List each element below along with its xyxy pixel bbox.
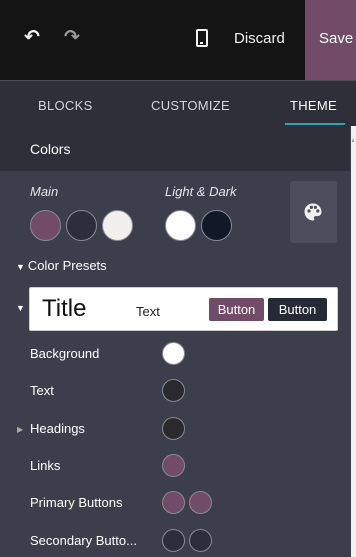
main-colors-label: Main — [30, 184, 59, 199]
preview-caret-icon[interactable]: ▼ — [16, 303, 25, 313]
caret-down-icon: ▼ — [16, 262, 25, 272]
primary-button-color-dot-2[interactable] — [189, 491, 212, 514]
secondary-button-color-dot-2[interactable] — [189, 529, 212, 552]
preset-preview[interactable]: Title Text Button Button — [29, 287, 338, 331]
color-presets-toggle[interactable]: ▼ Color Presets — [16, 258, 107, 273]
row-label-primary-buttons: Primary Buttons — [30, 495, 123, 510]
preview-secondary-button: Button — [268, 298, 327, 321]
palette-button[interactable] — [290, 181, 337, 243]
editor-tabs: BLOCKS CUSTOMIZE THEME — [0, 80, 356, 126]
main-color-swatch-1[interactable] — [30, 210, 61, 241]
row-label-links: Links — [30, 458, 61, 473]
light-dark-label: Light & Dark — [165, 184, 237, 199]
discard-button[interactable]: Discard — [234, 30, 285, 47]
row-label-text: Text — [30, 383, 54, 398]
scrollbar[interactable] — [351, 126, 356, 557]
primary-button-color-dot-1[interactable] — [162, 491, 185, 514]
light-color-swatch[interactable] — [165, 210, 196, 241]
headings-color-dot[interactable] — [162, 417, 185, 440]
top-toolbar: ↶ ↷ Discard Save — [0, 0, 356, 80]
tab-customize[interactable]: CUSTOMIZE — [151, 98, 230, 113]
preview-primary-button: Button — [209, 298, 264, 321]
tab-blocks[interactable]: BLOCKS — [38, 98, 93, 113]
row-label-background: Background — [30, 346, 100, 361]
redo-icon[interactable]: ↷ — [64, 26, 82, 50]
scroll-up-icon[interactable] — [352, 138, 354, 142]
secondary-button-color-dot-1[interactable] — [162, 529, 185, 552]
background-color-dot[interactable] — [162, 342, 185, 365]
row-label-headings: Headings — [30, 421, 85, 436]
undo-icon[interactable]: ↶ — [24, 26, 44, 50]
colors-section-header: Colors — [0, 126, 350, 171]
links-color-dot[interactable] — [162, 454, 185, 477]
row-label-secondary-buttons: Secondary Butto... — [30, 533, 137, 548]
palette-icon — [304, 203, 322, 221]
text-color-dot[interactable] — [162, 379, 185, 402]
preview-title: Title — [42, 295, 87, 322]
save-button[interactable]: Save — [305, 0, 356, 80]
main-color-swatch-2[interactable] — [66, 210, 97, 241]
color-presets-label: Color Presets — [27, 258, 107, 273]
active-tab-indicator — [285, 123, 345, 125]
colors-section-title: Colors — [30, 141, 71, 157]
headings-caret-icon[interactable]: ▶ — [17, 425, 23, 434]
main-color-swatch-3[interactable] — [102, 210, 133, 241]
dark-color-swatch[interactable] — [201, 210, 232, 241]
tab-theme[interactable]: THEME — [290, 98, 337, 113]
mobile-preview-icon[interactable] — [196, 29, 208, 47]
preview-text: Text — [136, 304, 160, 319]
